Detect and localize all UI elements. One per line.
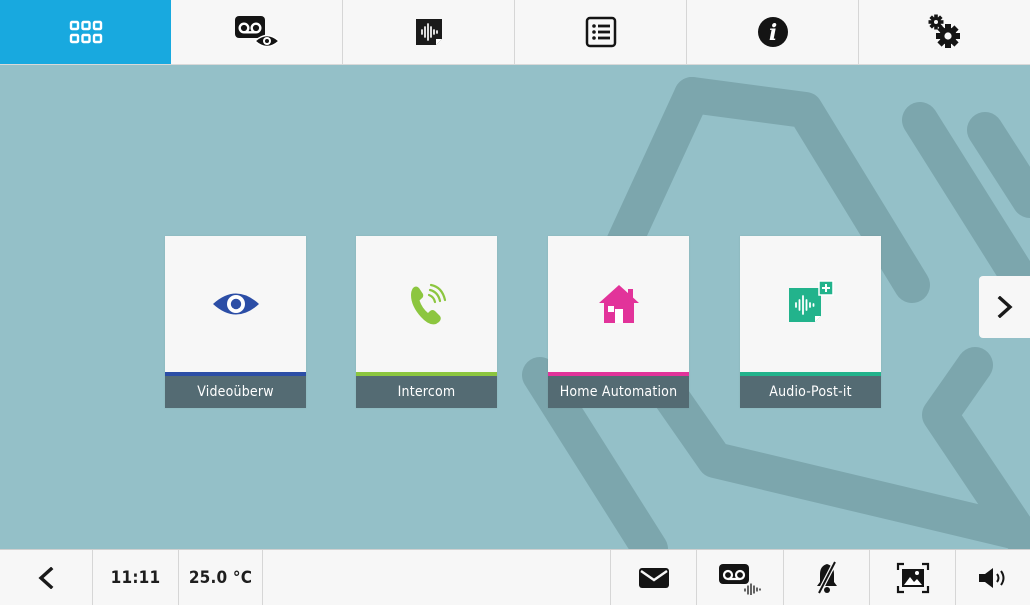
tile-videoueberw[interactable]: Videoüberw	[165, 236, 306, 408]
audio-memo-icon	[415, 19, 442, 45]
picture-icon	[896, 562, 929, 593]
answering-machine-button[interactable]	[697, 550, 784, 605]
volume-button[interactable]	[956, 550, 1030, 605]
tile-label: Audio-Post-it	[740, 376, 881, 408]
next-page-button[interactable]	[979, 276, 1030, 338]
chevron-right-icon	[997, 296, 1013, 318]
tile-label: Intercom	[356, 376, 497, 408]
answering-machine-icon	[719, 563, 761, 595]
tile-intercom[interactable]: Intercom	[356, 236, 497, 408]
list-icon	[585, 16, 616, 48]
apps-grid-icon	[69, 20, 102, 44]
phone-ringing-icon	[410, 283, 446, 325]
tab-video-memory[interactable]	[171, 0, 343, 64]
tab-info[interactable]: i	[687, 0, 859, 64]
video-memory-icon	[234, 16, 280, 48]
info-icon: i	[757, 17, 788, 47]
tab-settings[interactable]	[859, 0, 1030, 64]
tile-home-automation[interactable]: Home Automation	[548, 236, 689, 408]
svg-text:i: i	[768, 20, 776, 46]
bell-muted-icon	[816, 560, 837, 594]
messages-button[interactable]	[610, 550, 697, 605]
eye-icon	[212, 293, 259, 315]
main-area: Videoüberw Intercom Home Automation Audi…	[0, 65, 1030, 549]
tile-audio-post-it[interactable]: Audio-Post-it	[740, 236, 881, 408]
top-navigation-bar: i	[0, 0, 1030, 65]
tab-list[interactable]	[515, 0, 687, 64]
settings-icon	[928, 14, 960, 48]
tile-label: Videoüberw	[165, 376, 306, 408]
tile-label: Home Automation	[548, 376, 689, 408]
temperature: 25.0 °C	[179, 550, 263, 605]
chevron-left-icon	[38, 566, 54, 589]
tab-audio-memo[interactable]	[343, 0, 515, 64]
back-button[interactable]	[0, 550, 93, 605]
audio-postit-icon	[788, 280, 834, 322]
mute-ringer-button[interactable]	[784, 550, 870, 605]
message-icon	[638, 567, 669, 588]
speaker-icon	[979, 567, 1005, 588]
home-icon	[598, 285, 639, 323]
tab-apps[interactable]	[0, 0, 171, 64]
status-bar: 11:11 25.0 °C	[0, 549, 1030, 605]
picture-button[interactable]	[870, 550, 956, 605]
clock: 11:11	[93, 550, 179, 605]
